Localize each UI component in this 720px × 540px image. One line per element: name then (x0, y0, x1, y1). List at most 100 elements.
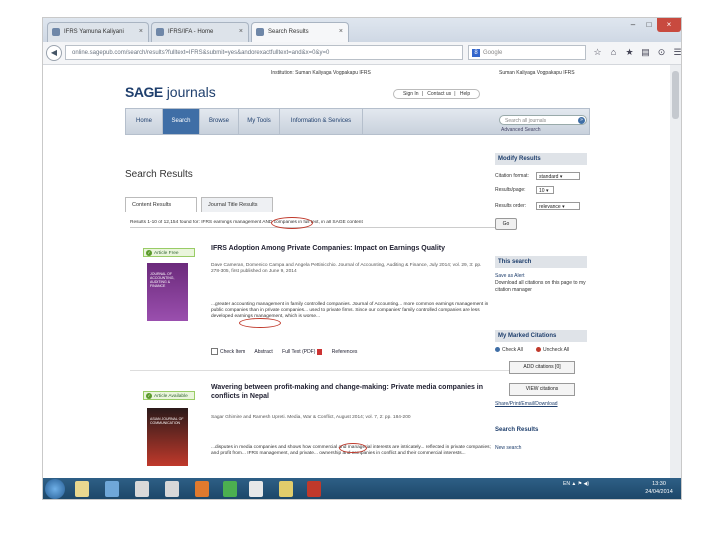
explorer-icon[interactable] (75, 481, 89, 497)
tab-ifrs-kaliyani[interactable]: IFRS Yamuna Kaliyani × (47, 22, 149, 42)
app-icon[interactable] (279, 481, 293, 497)
home-icon[interactable]: ⌂ (607, 45, 620, 60)
check-icon: ✓ (146, 393, 152, 399)
go-button[interactable]: Go (495, 218, 517, 230)
result-meta: Sagar Ghimire and Ramesh Upreti. Media, … (211, 415, 411, 420)
check-all-control[interactable]: Check All (495, 347, 523, 353)
close-icon[interactable]: × (139, 23, 143, 41)
results-summary: Results 1-10 of 12,154 found for: IFRS e… (130, 220, 510, 228)
view-citations-button[interactable]: VIEW citations (509, 383, 575, 396)
scrollbar-thumb[interactable] (672, 71, 679, 119)
results-order-select[interactable]: relevance ▾ (536, 202, 580, 210)
check-all-label: Check All (502, 347, 523, 353)
references-link[interactable]: References (332, 349, 358, 355)
annotation-circle (239, 318, 281, 328)
google-icon: 8 (472, 49, 480, 57)
logo-journals: journals (166, 84, 216, 100)
check-item-checkbox[interactable]: Check Item (211, 348, 246, 355)
bookmarks-icon[interactable]: ▤ (639, 45, 652, 60)
tab-label: Search Results (268, 29, 309, 35)
this-search-header: This search (495, 256, 587, 268)
acrobat-icon[interactable] (307, 481, 321, 497)
marked-citations-header: My Marked Citations (495, 330, 587, 342)
browser-tab-strip: IFRS Yamuna Kaliyani × IFRS/IFA - Home ×… (43, 18, 681, 42)
journal-search-input[interactable]: Search all journals » (499, 115, 587, 125)
chrome-icon[interactable] (223, 481, 237, 497)
window-controls: – □ × (625, 18, 681, 33)
tab-favicon (256, 28, 264, 36)
tab-journal-title-results[interactable]: Journal Title Results (201, 197, 273, 212)
new-search-link[interactable]: New search (495, 445, 587, 452)
uncheck-all-label: Uncheck All (543, 347, 570, 353)
check-item-label: Check Item (220, 348, 246, 355)
pdf-icon (317, 348, 323, 355)
share-print-link[interactable]: Share/Print/Email/Download (495, 401, 587, 408)
journal-search-placeholder: Search all journals (505, 118, 547, 124)
result-actions: Check Item Abstract Full Text (PDF) Refe… (211, 348, 365, 355)
system-tray[interactable]: EN ▲ ⚑ ◀) (563, 481, 589, 487)
institution-label: Institution: Suman Kaliyaga Vogpakapu IF… (271, 70, 371, 76)
word-icon[interactable] (249, 481, 263, 497)
download-citations-link[interactable]: Download all citations on this page to m… (495, 280, 587, 294)
sign-in-link[interactable]: Sign In (403, 91, 419, 97)
nav-browse[interactable]: Browse (200, 109, 239, 134)
tab-ifrs-home[interactable]: IFRS/IFA - Home × (151, 22, 249, 42)
citation-format-label: Citation format: (495, 173, 529, 179)
uncheck-all-control[interactable]: Uncheck All (536, 347, 569, 353)
nav-search[interactable]: Search (163, 109, 200, 134)
close-icon[interactable]: × (339, 23, 343, 41)
cover-title: JOURNAL OF ACCOUNTING, AUDITING & FINANC… (150, 272, 175, 288)
addon-icon[interactable]: ⊙ (655, 45, 668, 60)
tab-content-results[interactable]: Content Results (125, 197, 197, 212)
back-button[interactable]: ◀ (46, 45, 62, 61)
window-close-button[interactable]: × (657, 18, 681, 32)
check-icon: ✓ (146, 250, 152, 256)
result-title-link[interactable]: IFRS Adoption Among Private Companies: I… (211, 245, 445, 252)
journal-cover-image[interactable]: ASIAN JOURNAL OF COMMUNICATION (147, 408, 188, 466)
close-icon[interactable]: × (239, 23, 243, 41)
add-citations-button[interactable]: ADD citations [0] (509, 361, 575, 374)
abstract-link[interactable]: Abstract (254, 349, 272, 355)
menu-icon[interactable]: ☰ (671, 45, 681, 60)
annotation-circle (271, 217, 313, 229)
page-title: Search Results (125, 169, 193, 180)
toolbar-icons: ☆ ⌂ ★ ▤ ⊙ ☰ (591, 45, 681, 60)
itunes-icon[interactable] (165, 481, 179, 497)
browser-search-input[interactable]: 8 Google (468, 45, 586, 60)
results-order-value: relevance (539, 204, 561, 210)
internet-explorer-icon[interactable] (105, 481, 119, 497)
favorites-icon[interactable]: ★ (623, 45, 636, 60)
logo-sage: SAGE (125, 84, 163, 100)
search-go-icon[interactable]: » (578, 117, 585, 124)
clock[interactable]: 13:30 24/04/2014 (639, 480, 679, 496)
sage-journals-logo[interactable]: SAGE journals (125, 84, 216, 100)
nav-information-services[interactable]: Information & Services (280, 109, 363, 134)
help-link[interactable]: Help (460, 91, 470, 97)
full-text-pdf-link[interactable]: Full Text (PDF) (282, 348, 323, 355)
maximize-button[interactable]: □ (641, 18, 657, 32)
cover-title: ASIAN JOURNAL OF COMMUNICATION (150, 417, 184, 425)
browser-nav-bar: ◀ online.sagepub.com/search/results?full… (43, 42, 681, 65)
advanced-search-link[interactable]: Advanced Search (501, 127, 540, 133)
result-title-link[interactable]: Wavering between profit-making and chang… (211, 383, 491, 401)
check-all-icon (495, 347, 500, 353)
nav-my-tools[interactable]: My Tools (239, 109, 280, 134)
save-as-alert-link[interactable]: Save as Alert (495, 273, 587, 280)
address-bar[interactable]: online.sagepub.com/search/results?fullte… (65, 45, 463, 60)
results-per-page-label: Results/page: (495, 187, 526, 193)
results-per-page-select[interactable]: 10 ▾ (536, 186, 554, 194)
bookmark-star-icon[interactable]: ☆ (591, 45, 604, 60)
journal-cover-image[interactable]: JOURNAL OF ACCOUNTING, AUDITING & FINANC… (147, 263, 188, 321)
firefox-icon[interactable] (195, 481, 209, 497)
tab-search-results[interactable]: Search Results × (251, 22, 349, 42)
results-order-label: Results order: (495, 203, 527, 209)
media-player-icon[interactable] (135, 481, 149, 497)
article-available-badge: ✓ Article Available (143, 391, 195, 400)
citation-format-select[interactable]: standard ▾ (536, 172, 580, 180)
nav-home[interactable]: Home (126, 109, 163, 134)
badge-label: Article Free (154, 251, 179, 256)
contact-link[interactable]: Contact us (427, 91, 451, 97)
minimize-button[interactable]: – (625, 18, 641, 32)
start-button[interactable] (45, 479, 65, 499)
vertical-scrollbar[interactable] (670, 65, 681, 478)
